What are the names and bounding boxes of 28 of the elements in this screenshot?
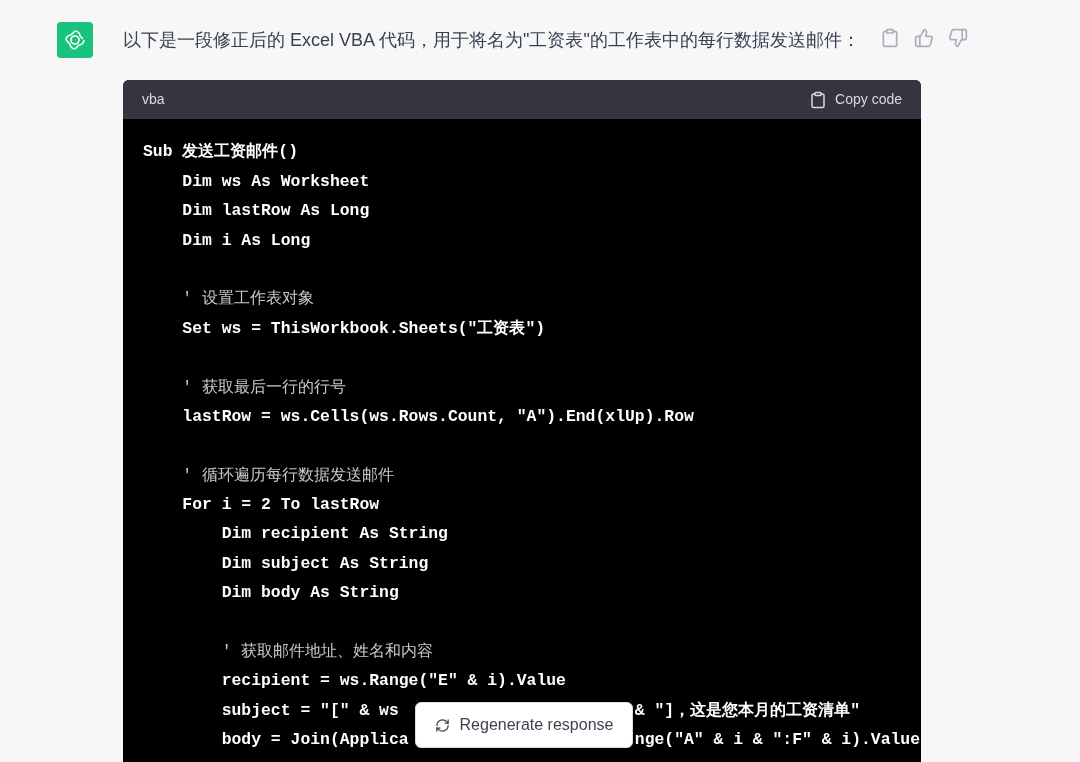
- thumbs-up-icon[interactable]: [913, 28, 934, 48]
- code-line: nge("A" & i & ":F" & i).Value: [634, 729, 921, 752]
- code-line: recipient = ws.Range("E" & i).Value: [220, 670, 566, 693]
- copy-code-button[interactable]: Copy code: [809, 89, 902, 110]
- code-line: For i = 2 To lastRow: [181, 494, 380, 517]
- code-line: Sub 发送工资邮件(): [143, 141, 299, 164]
- code-comment: ' 获取邮件地址、姓名和内容: [220, 641, 434, 664]
- code-language: vba: [142, 90, 165, 109]
- code-line: Dim recipient As String: [220, 523, 448, 546]
- code-line: subject = "[" & ws: [220, 699, 400, 722]
- regenerate-button[interactable]: Regenerate response: [415, 702, 633, 748]
- code-comment: ' 循环遍历每行数据发送邮件: [181, 464, 395, 487]
- code-line: Dim subject As String: [220, 552, 429, 575]
- thumbs-down-icon[interactable]: [947, 28, 968, 48]
- code-line: Set ws = ThisWorkbook.Sheets("工资表"): [181, 317, 546, 340]
- code-line: Dim ws As Worksheet: [181, 170, 370, 193]
- clipboard-icon: [809, 90, 828, 109]
- code-line: Dim i As Long: [181, 229, 311, 252]
- message-text: 以下是一段修正后的 Excel VBA 代码，用于将名为"工资表"的工作表中的每行数据发送邮件：: [123, 29, 860, 52]
- refresh-icon: [434, 717, 450, 733]
- code-line: Dim lastRow As Long: [181, 200, 370, 223]
- code-line: & "]，这是您本月的工资清单": [634, 699, 860, 722]
- code-line: Dim body As String: [220, 582, 399, 605]
- logo-icon: [63, 28, 87, 52]
- code-line: body = Join(Applica: [220, 729, 410, 752]
- code-line: lastRow = ws.Cells(ws.Rows.Count, "A").End(xlUp).Row: [181, 405, 694, 428]
- code-comment: ' 设置工作表对象: [181, 288, 315, 311]
- code-comment: ' 获取最后一行的行号: [181, 376, 347, 399]
